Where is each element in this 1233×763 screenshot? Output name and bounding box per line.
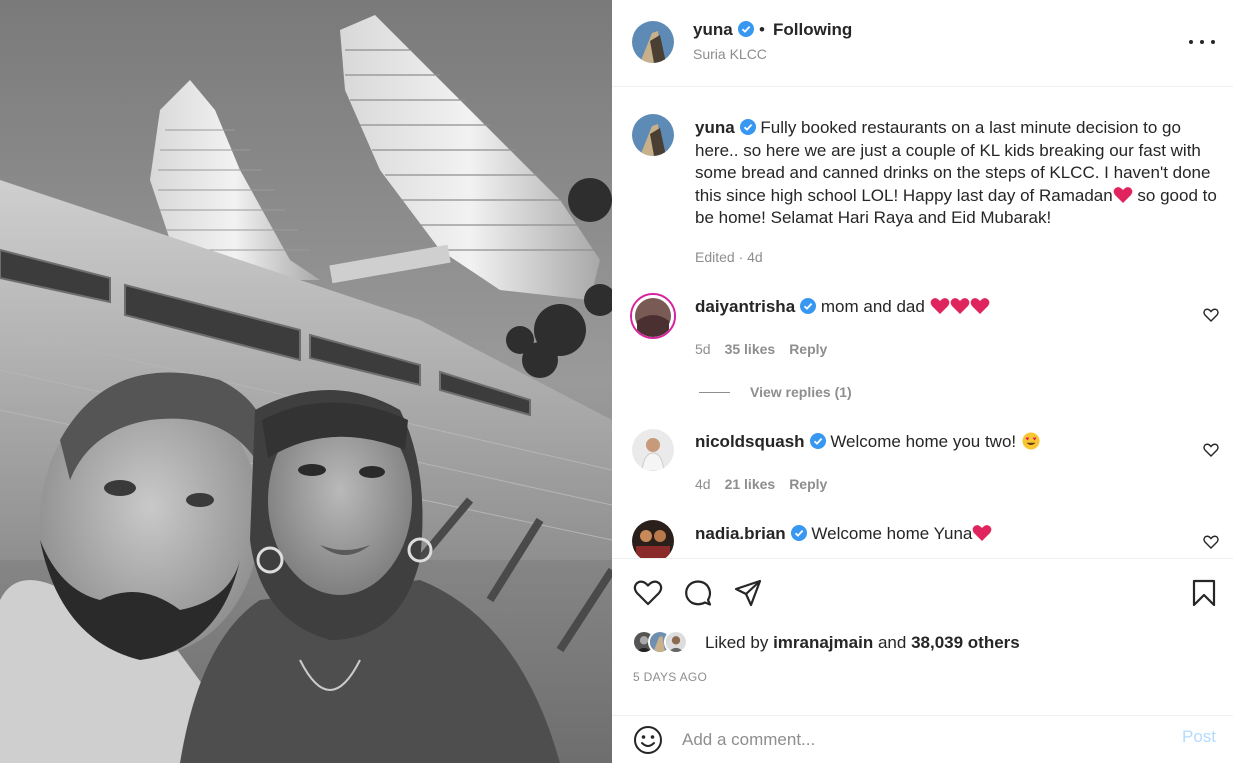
emoji-icon[interactable] [633,725,663,755]
comment-body: Welcome home you two! [830,432,1017,451]
comment-body: mom and dad [820,297,925,316]
comment-meta: 4d 21 likes Reply [695,476,827,492]
red-heart-emoji-icon [1113,186,1133,204]
comment-icon[interactable] [683,578,713,608]
bookmark-icon[interactable] [1189,578,1219,608]
liker-avatar [664,630,688,654]
post-location[interactable]: Suria KLCC [693,46,767,62]
post-details-panel: yuna • Following Suria KLCC yuna Fully b… [612,0,1233,763]
comment-text: daiyantrisha mom and dad [695,296,1175,319]
comment-text: nicoldsquash Welcome home you two! [695,431,1175,454]
comment-input[interactable] [682,725,1162,755]
liked-by-prefix: Liked by [705,633,769,652]
view-replies-line [699,392,730,393]
post-comment-button[interactable]: Post [1182,727,1216,747]
comment-avatar[interactable] [632,429,674,471]
comment-username[interactable]: nicoldsquash [695,432,805,451]
comment-likes[interactable]: 35 likes [725,341,776,357]
heart-eyes-emoji-icon [1021,432,1041,450]
photo-klcc-selfie [0,0,612,763]
like-comment-icon[interactable] [1203,534,1219,550]
verified-badge-icon [809,433,826,449]
comment-age: 4d [695,476,711,492]
following-button[interactable]: Following [773,20,852,40]
comment-body: Welcome home Yuna [811,524,973,543]
share-icon[interactable] [733,578,763,608]
heart-icon[interactable] [633,578,663,608]
red-heart-emoji-icon [970,297,990,315]
likes-count[interactable]: 38,039 others [911,633,1020,652]
caption-avatar[interactable] [632,114,674,156]
post-photo[interactable] [0,0,612,763]
post-header: yuna • Following Suria KLCC [612,0,1233,87]
caption-username[interactable]: yuna [695,118,735,137]
red-heart-emoji-icon [972,524,992,542]
verified-badge-icon [739,119,756,135]
comment-text: nadia.brian Welcome home Yuna [695,523,1175,546]
verified-badge-icon [737,21,754,37]
author-username[interactable]: yuna [693,20,754,40]
verified-badge-icon [800,298,817,314]
author-avatar[interactable] [632,21,674,63]
comment-username[interactable]: nadia.brian [695,524,786,543]
post-actions: Liked by imranajmain and 38,039 others 5… [612,558,1233,715]
comment-avatar[interactable] [632,520,674,558]
more-options-icon[interactable] [1189,32,1215,52]
liked-by-and: and [877,633,907,652]
comment-avatar[interactable] [630,293,676,339]
comment-meta: 5d 35 likes Reply [695,341,827,357]
comment-age: 5d [695,341,711,357]
comment-likes[interactable]: 21 likes [725,476,776,492]
comments-list[interactable]: yuna Fully booked restaurants on a last … [612,88,1233,558]
like-comment-icon[interactable] [1203,442,1219,458]
comment-username[interactable]: daiyantrisha [695,297,795,316]
liked-by-text: Liked by imranajmain and 38,039 others [705,633,1020,653]
caption-meta: Edited · 4d [695,249,763,265]
reply-button[interactable]: Reply [789,341,827,357]
verified-badge-icon [790,525,807,541]
post-caption: yuna Fully booked restaurants on a last … [695,117,1223,230]
red-heart-emoji-icon [930,297,950,315]
reply-button[interactable]: Reply [789,476,827,492]
follow-separator: • [759,20,765,39]
red-heart-emoji-icon [950,297,970,315]
like-comment-icon[interactable] [1203,307,1219,323]
liked-by-avatars[interactable] [632,630,702,656]
post-date[interactable]: 5 DAYS AGO [633,670,707,684]
comment-composer: Post [612,715,1233,763]
view-replies-button[interactable]: View replies (1) [750,384,852,400]
liked-by-user[interactable]: imranajmain [773,633,873,652]
